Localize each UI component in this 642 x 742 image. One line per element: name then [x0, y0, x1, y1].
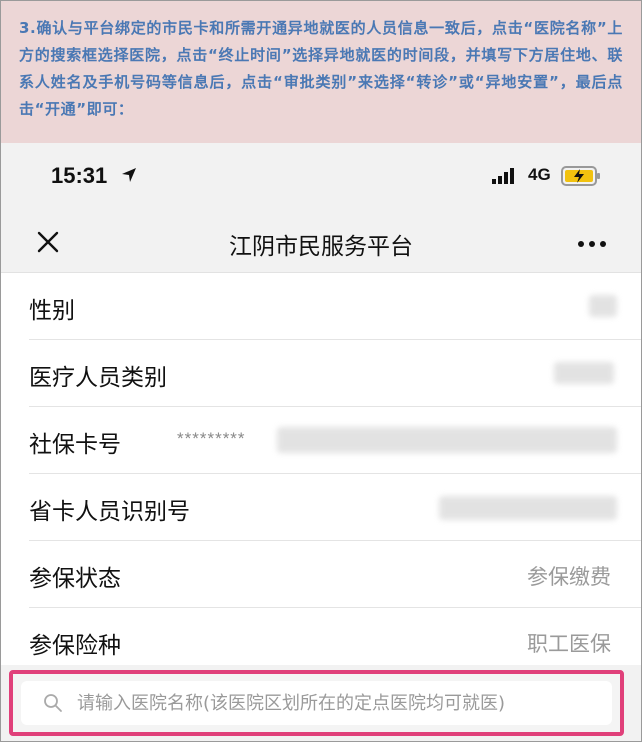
field-label: 参保险种 [29, 633, 121, 659]
instruction-text: 3.确认与平台绑定的市民卡和所需开通异地就医的人员信息一致后，点击“医院名称”上… [1, 1, 641, 143]
field-row-medical-category: 医疗人员类别 [29, 340, 641, 407]
blurred-value [277, 427, 617, 453]
field-row-insurance-status: 参保状态 参保缴费 [29, 541, 641, 608]
field-label: 性别 [29, 298, 75, 324]
field-row-province-card-id: 省卡人员识别号 [29, 474, 641, 541]
network-type: 4G [528, 165, 551, 184]
field-value: 职工医保 [527, 632, 611, 656]
blurred-value [439, 496, 617, 520]
field-value: 参保缴费 [527, 565, 611, 589]
field-label: 社保卡号 [29, 432, 121, 458]
field-row-gender: 性别 [29, 273, 641, 340]
field-label: 省卡人员识别号 [29, 499, 190, 525]
field-label: 参保状态 [29, 566, 121, 592]
battery-charging-icon [561, 166, 600, 186]
info-list: 性别 医疗人员类别 社保卡号 ********* 省卡人员识别号 参保状态 参保… [1, 273, 641, 675]
screenshot-frame: 3.确认与平台绑定的市民卡和所需开通异地就医的人员信息一致后，点击“医院名称”上… [0, 0, 642, 742]
status-bar: 15:31 4G [1, 143, 641, 211]
nav-bar: 江阴市民服务平台 [1, 211, 641, 273]
field-label: 医疗人员类别 [29, 365, 167, 391]
hospital-search-highlight [9, 670, 624, 736]
location-arrow-icon [122, 168, 136, 182]
signal-icon [492, 168, 514, 184]
status-time: 15:31 [51, 163, 108, 188]
hospital-search-bar[interactable] [21, 681, 612, 725]
hospital-search-area [1, 665, 641, 741]
blurred-value [554, 362, 614, 384]
blurred-value [589, 295, 617, 317]
field-row-social-security-card: 社保卡号 ********* [29, 407, 641, 474]
nav-title: 江阴市民服务平台 [229, 234, 413, 260]
search-icon [44, 694, 62, 712]
hospital-search-input[interactable] [77, 681, 606, 725]
masked-card-number: ********* [177, 429, 246, 448]
more-icon[interactable] [577, 239, 607, 249]
